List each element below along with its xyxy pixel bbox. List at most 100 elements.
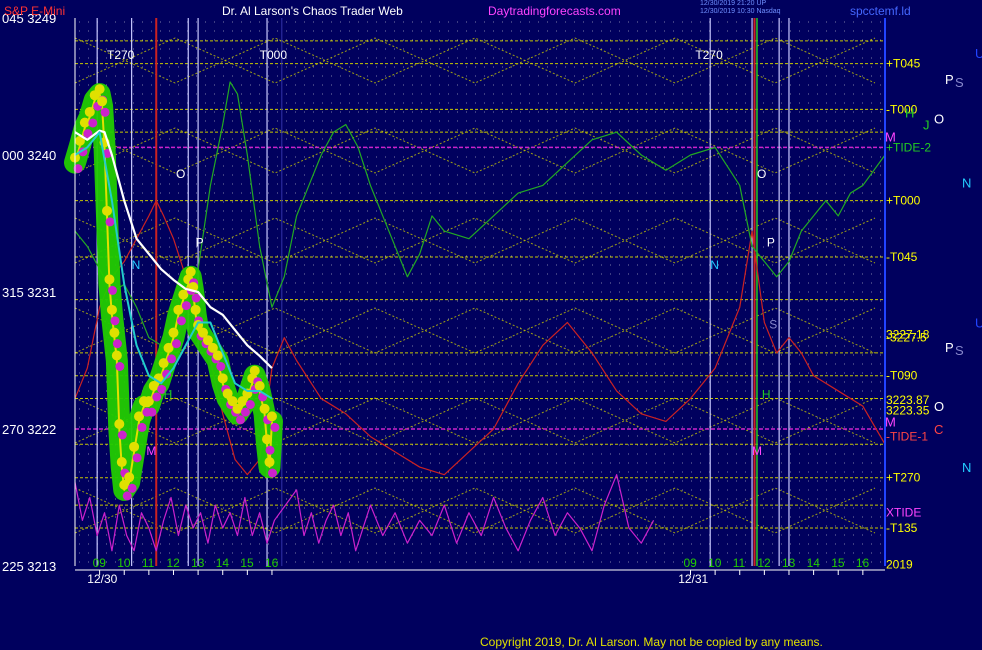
planet-mark: U bbox=[975, 46, 982, 61]
price-low-dot bbox=[105, 217, 115, 227]
site-url[interactable]: Daytradingforecasts.com bbox=[488, 4, 621, 18]
price-low-dot bbox=[240, 407, 250, 417]
right-level-label: -T090 bbox=[886, 369, 918, 383]
chart-mark-label: O bbox=[757, 167, 766, 181]
x-tick-label: 15 bbox=[831, 556, 845, 570]
price-high-dot bbox=[114, 419, 125, 429]
price-low-dot bbox=[88, 118, 98, 128]
x-tick-label: 15 bbox=[240, 556, 254, 570]
x-tick-label: 16 bbox=[856, 556, 870, 570]
price-high-dot bbox=[185, 266, 196, 277]
x-tick-label: 16 bbox=[265, 556, 279, 570]
copyright-notice: Copyright 2019, Dr. Al Larson. May not b… bbox=[480, 635, 823, 649]
planet-mark: O bbox=[934, 399, 944, 414]
price-low-dot bbox=[147, 407, 157, 417]
planet-mark: S bbox=[955, 343, 964, 358]
chart-mark-label: S bbox=[769, 318, 777, 332]
chart-mark-label: N bbox=[132, 258, 141, 272]
price-low-dot bbox=[110, 316, 120, 326]
chart-file-name: spcctemf.ld bbox=[850, 4, 911, 18]
chart-mark-label: M bbox=[146, 444, 156, 458]
symbol-title: S&P E-Mini bbox=[4, 4, 66, 18]
price-low-dot bbox=[117, 430, 127, 440]
price-high-dot bbox=[94, 84, 105, 95]
price-low-dot bbox=[270, 422, 280, 432]
price-high-dot bbox=[102, 205, 113, 216]
x-tick-label: 10 bbox=[708, 556, 722, 570]
price-high-dot bbox=[104, 274, 115, 285]
price-high-dot bbox=[254, 380, 265, 391]
right-level-label: +T270 bbox=[886, 471, 921, 485]
planet-mark: N bbox=[962, 175, 971, 190]
price-low-dot bbox=[171, 339, 181, 349]
price-low-dot bbox=[107, 285, 117, 295]
y-tick-label: 000 3240 bbox=[2, 148, 56, 163]
x-date-label: 12/31 bbox=[678, 572, 708, 586]
planet-mark: C bbox=[934, 422, 943, 437]
x-tick-label: 13 bbox=[191, 556, 205, 570]
timestamp-stamp: 12/30/2019 21:20 UP 12/30/2019 10:30 Nas… bbox=[700, 0, 781, 16]
chart-mark-label: N bbox=[710, 258, 719, 272]
x-tick-label: 14 bbox=[216, 556, 230, 570]
x-tick-label: 11 bbox=[733, 556, 746, 570]
price-high-dot bbox=[190, 304, 201, 315]
x-tick-label: 13 bbox=[782, 556, 796, 570]
chart-mark-label: H bbox=[164, 388, 173, 402]
price-high-dot bbox=[168, 327, 179, 338]
planet-mark: P bbox=[945, 340, 954, 355]
price-low-dot bbox=[167, 354, 177, 364]
price-high-dot bbox=[217, 373, 228, 384]
timestamp-line-1: 12/30/2019 21:20 UP bbox=[700, 0, 767, 7]
x-tick-label: 10 bbox=[117, 556, 131, 570]
planet-mark: M bbox=[885, 414, 896, 429]
right-level-label: -T135 bbox=[886, 521, 918, 535]
chart-mark-label: P bbox=[196, 235, 204, 249]
y-tick-label: 270 3222 bbox=[2, 422, 56, 437]
x-tick-label: 14 bbox=[807, 556, 821, 570]
price-low-dot bbox=[216, 362, 226, 371]
x-tick-label: 09 bbox=[93, 556, 107, 570]
right-level-label: XTIDE bbox=[886, 506, 921, 520]
right-level-label: 2019 bbox=[886, 557, 913, 571]
planet-mark: P bbox=[945, 72, 954, 87]
x-tick-label: 12 bbox=[166, 556, 180, 570]
chart-background bbox=[0, 0, 982, 650]
price-low-dot bbox=[181, 301, 191, 311]
price-high-dot bbox=[111, 350, 122, 361]
right-level-label: -3227.5 bbox=[886, 331, 927, 345]
site-title: Dr. Al Larson's Chaos Trader Web bbox=[222, 4, 403, 18]
price-low-dot bbox=[176, 316, 186, 326]
price-low-dot bbox=[100, 107, 110, 117]
price-high-dot bbox=[84, 106, 95, 117]
right-level-label: -TIDE-1 bbox=[886, 430, 928, 444]
x-tick-label: 12 bbox=[757, 556, 771, 570]
price-high-dot bbox=[262, 434, 273, 445]
price-low-dot bbox=[132, 453, 142, 463]
price-low-dot bbox=[245, 400, 255, 410]
price-high-dot bbox=[106, 304, 117, 315]
x-date-label: 12/30 bbox=[87, 572, 117, 586]
price-low-dot bbox=[115, 362, 125, 371]
chart-mark-label: T270 bbox=[107, 48, 135, 62]
price-high-dot bbox=[259, 403, 270, 414]
planet-mark: O bbox=[934, 111, 944, 126]
price-low-dot bbox=[127, 483, 137, 493]
planet-mark: J bbox=[923, 118, 930, 133]
price-low-dot bbox=[265, 445, 275, 455]
planet-mark: N bbox=[962, 460, 971, 475]
price-high-dot bbox=[97, 96, 108, 107]
right-level-label: -T045 bbox=[886, 250, 918, 264]
right-level-label: +T000 bbox=[886, 194, 921, 208]
x-tick-label: 09 bbox=[684, 556, 698, 570]
y-tick-label: 225 3213 bbox=[2, 559, 56, 574]
chart-canvas: 045 3249000 3240315 3231270 3222225 3213… bbox=[0, 0, 982, 650]
chart-mark-label: O bbox=[176, 167, 185, 181]
right-level-label: +T045 bbox=[886, 57, 921, 71]
y-tick-label: 315 3231 bbox=[2, 285, 56, 300]
chart-mark-label: H bbox=[762, 388, 771, 402]
chart-mark-label: P bbox=[767, 235, 775, 249]
price-high-dot bbox=[109, 327, 120, 338]
price-high-dot bbox=[249, 365, 260, 376]
price-high-dot bbox=[266, 411, 277, 422]
planet-mark: S bbox=[955, 75, 964, 90]
